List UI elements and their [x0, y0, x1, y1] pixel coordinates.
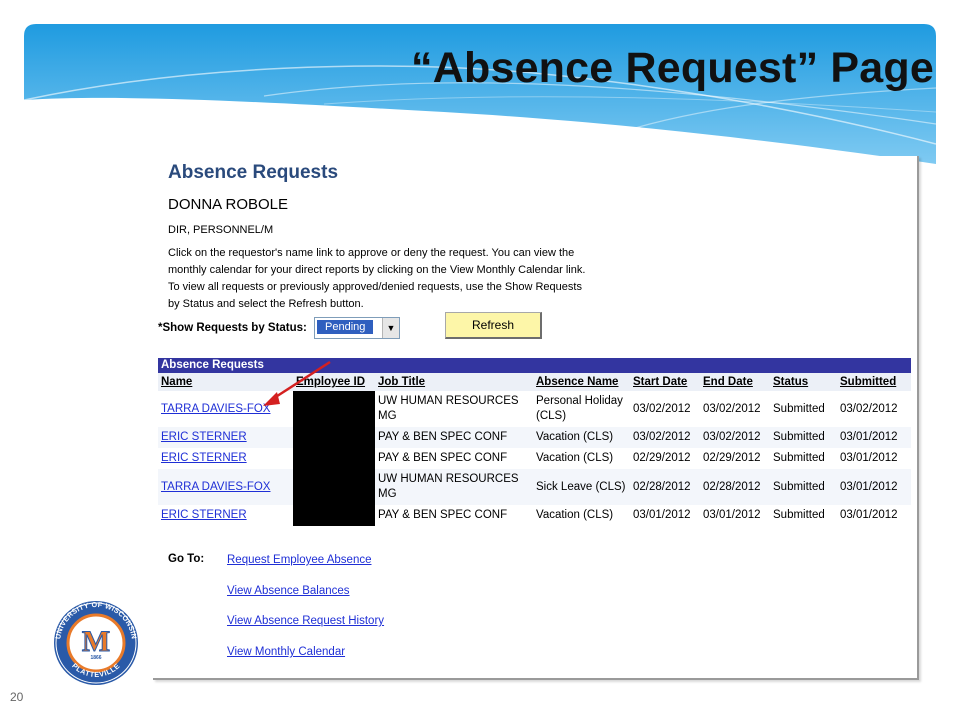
- slide-title: “Absence Request” Page: [411, 44, 934, 92]
- seal-letter: M: [82, 625, 110, 658]
- page-number: 20: [10, 690, 24, 704]
- seal-year: 1866: [90, 655, 101, 661]
- uw-platteville-seal-icon: UNIVERSITY OF WISCONSIN PLATTEVILLE M 18…: [53, 600, 139, 685]
- absence-requests-screen: Absence Requests DONNA ROBOLE DIR, PERSO…: [153, 156, 919, 680]
- red-arrow-icon: [263, 360, 331, 406]
